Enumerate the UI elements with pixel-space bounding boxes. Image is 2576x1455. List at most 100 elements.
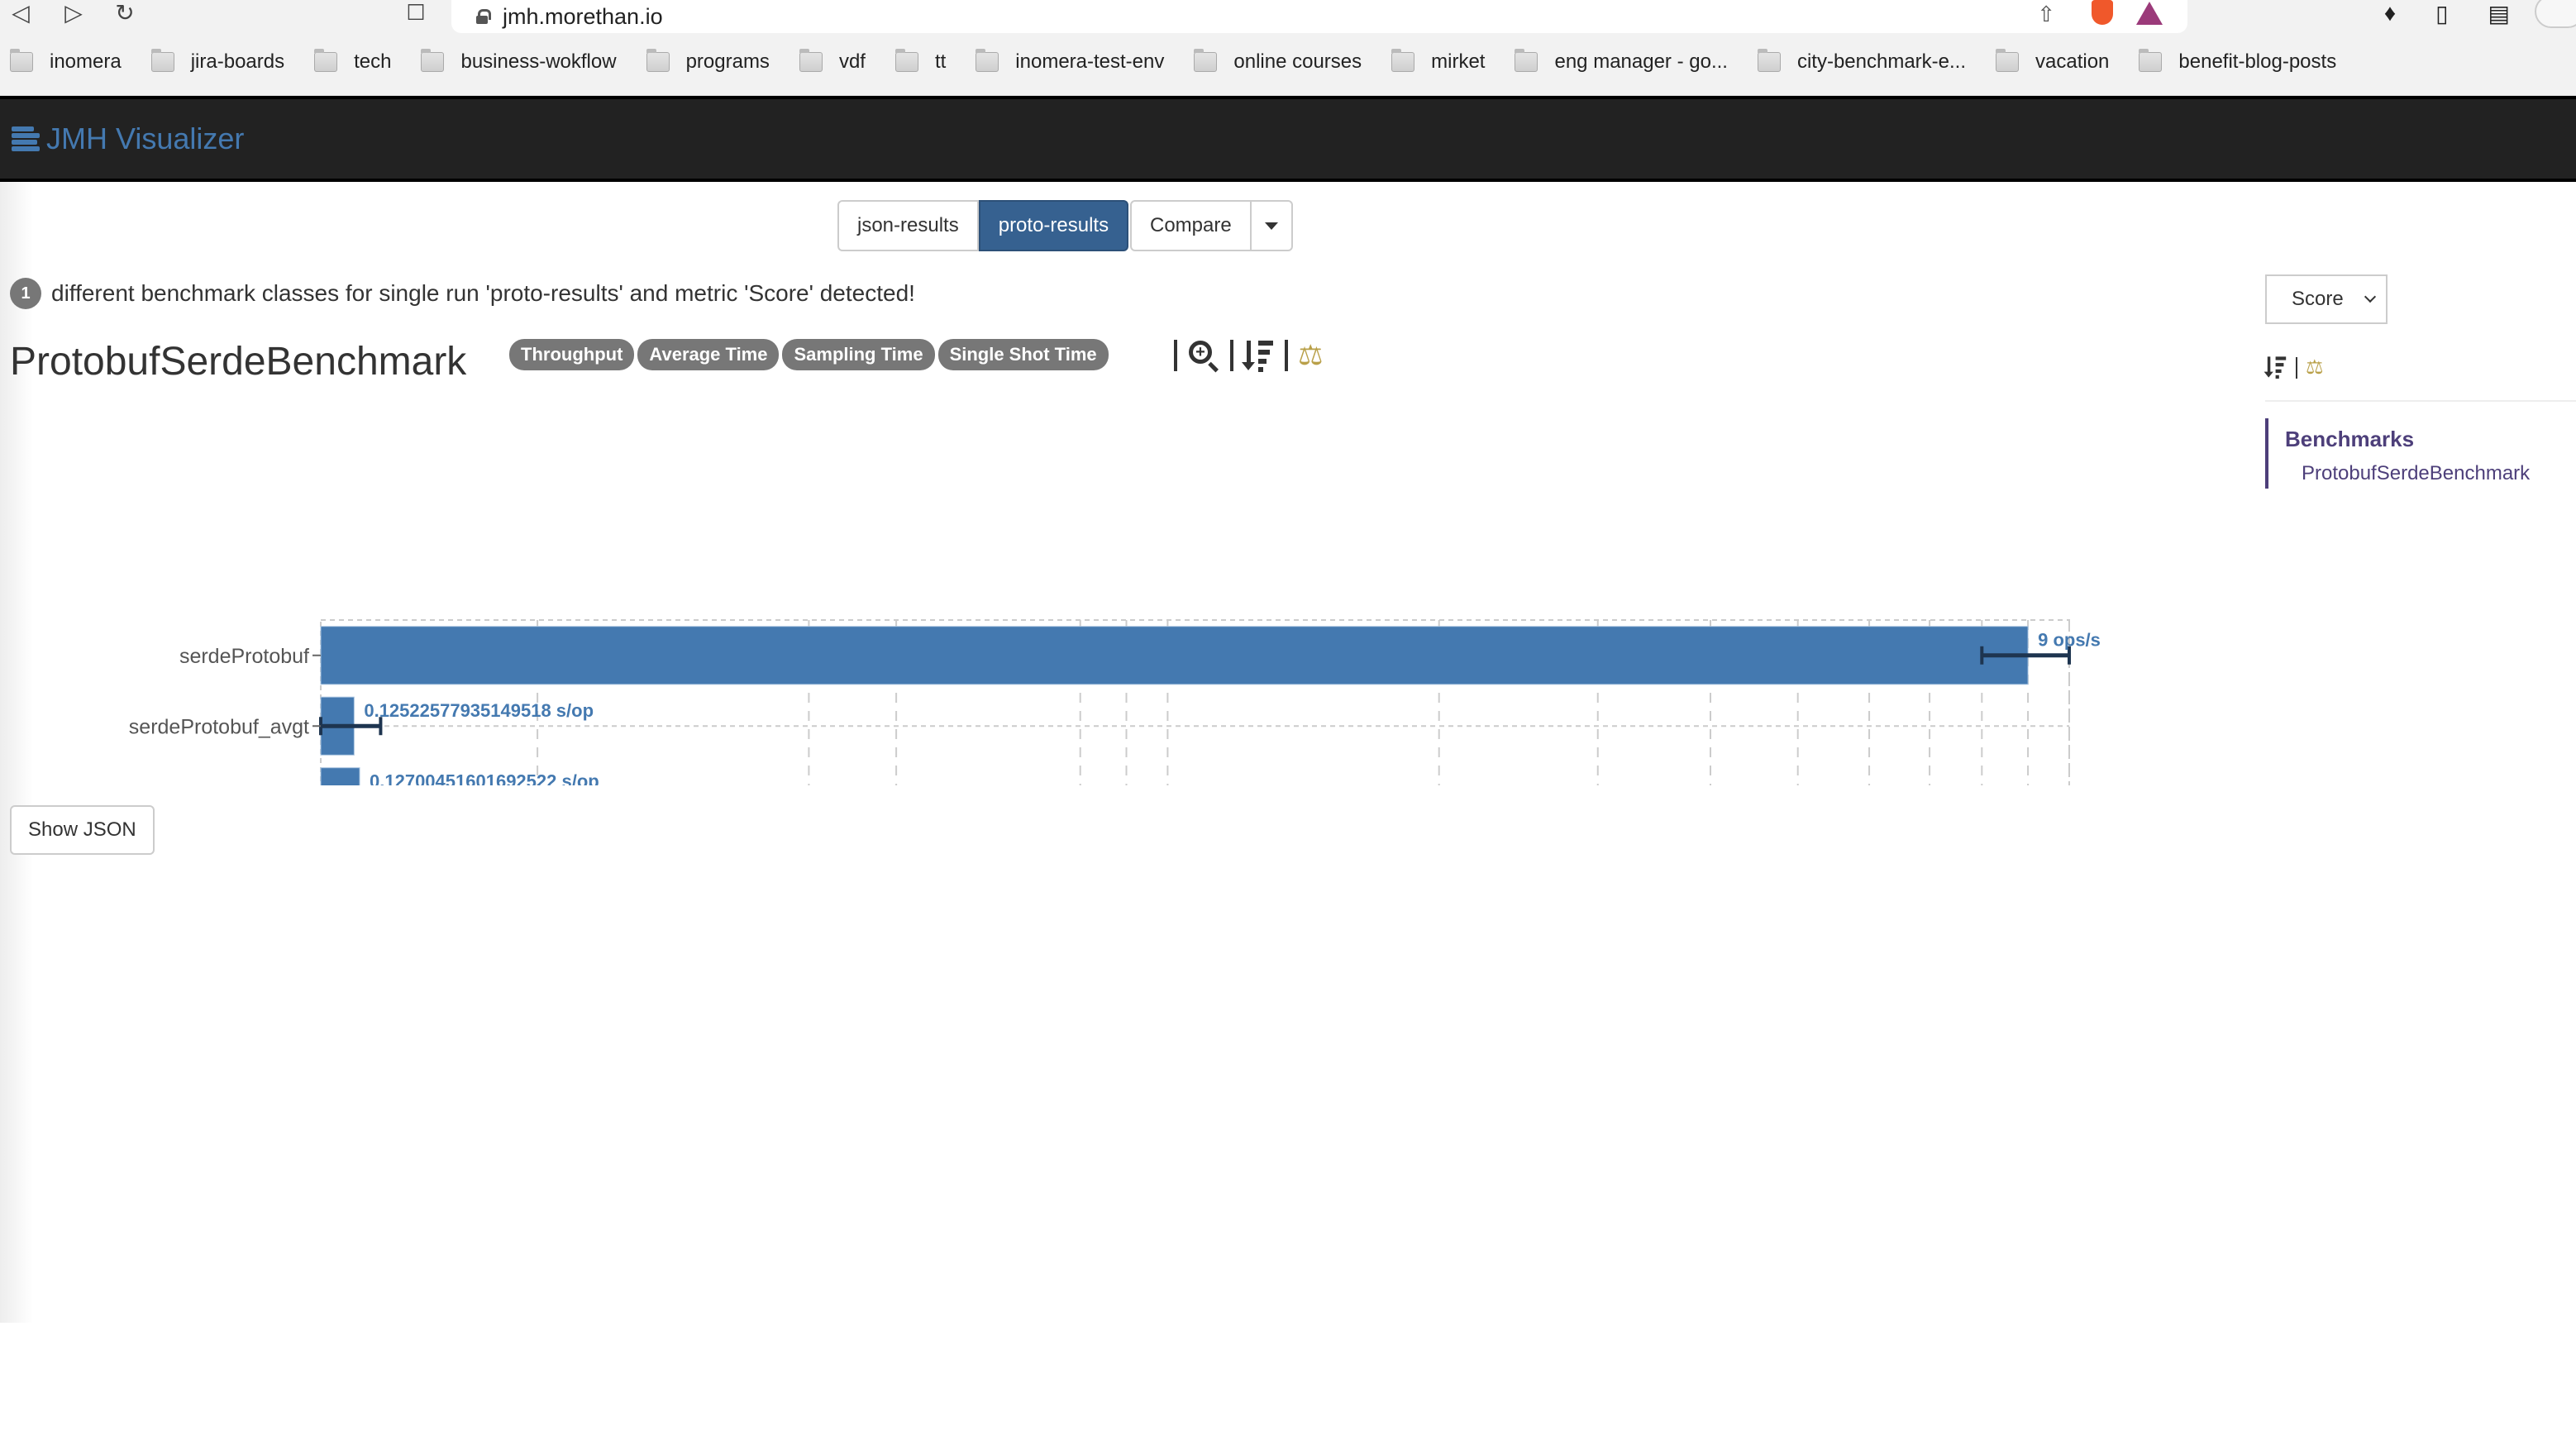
benchmarks-nav: Benchmarks ProtobufSerdeBenchmark [2265, 418, 2576, 489]
y-tick-label: serdeProtobuf_avgt [129, 715, 309, 738]
profile-button[interactable] [2535, 0, 2576, 28]
bookmark-label: jira-boards [190, 50, 285, 73]
divider [1285, 340, 1288, 371]
benchmarks-nav-heading: Benchmarks [2285, 427, 2415, 451]
divider [1174, 340, 1177, 371]
divider [1230, 340, 1233, 371]
mode-pill-average-time[interactable]: Average Time [637, 339, 780, 370]
forward-icon[interactable]: ▷ [61, 0, 86, 26]
y-tick-label: serdeProtobuf [179, 645, 309, 668]
lock-icon [476, 9, 491, 24]
wallet-icon[interactable]: ▤ [2488, 0, 2510, 27]
bar[interactable] [320, 626, 2029, 685]
bookmark-label: mirket [1431, 50, 1486, 73]
folder-icon [10, 48, 33, 72]
zoom-in-icon[interactable]: + [1187, 339, 1220, 373]
folder-icon [1515, 48, 1538, 72]
bookmark-label: inomera-test-env [1015, 50, 1165, 73]
bookmark-item[interactable]: tech [314, 48, 392, 74]
extensions-icon[interactable]: ♦ [2384, 0, 2396, 27]
compare-dropdown-toggle[interactable] [1251, 200, 1293, 251]
back-icon[interactable]: ◁ [8, 0, 33, 26]
bookmark-item[interactable]: online courses [1194, 48, 1362, 74]
bookmark-label: business-wokflow [460, 50, 617, 73]
bookmarks-bar: inomera jira-boards tech business-wokflow pr… [0, 28, 2576, 96]
folder-icon [799, 48, 823, 72]
bookmark-item[interactable]: city-benchmark-e... [1757, 48, 1967, 74]
folder-icon [894, 48, 918, 72]
run-button-proto-results[interactable]: proto-results [978, 200, 1129, 251]
folder-icon [646, 48, 670, 72]
bookmark-item[interactable]: inomera [10, 48, 122, 74]
bookmark-item[interactable]: inomera-test-env [976, 48, 1165, 74]
compare-button[interactable]: Compare [1130, 200, 1252, 251]
folder-icon [150, 48, 174, 72]
app-title[interactable]: JMH Visualizer [46, 122, 244, 156]
mode-pill-single-shot-time[interactable]: Single Shot Time [937, 339, 1109, 370]
compare-group: Compare [1130, 200, 1293, 251]
bookmark-label: tt [934, 50, 947, 73]
bookmark-item[interactable]: benefit-blog-posts [2139, 48, 2337, 74]
bookmark-item[interactable]: eng manager - go... [1515, 48, 1728, 74]
bookmark-label: eng manager - go... [1554, 50, 1728, 73]
main-content: json-results proto-results Compare 1 dif… [0, 182, 2576, 1356]
divider [2296, 357, 2297, 379]
bookmark-item[interactable]: mirket [1391, 48, 1486, 74]
detection-notice: 1 different benchmark classes for single… [10, 278, 915, 309]
bookmark-label: city-benchmark-e... [1796, 50, 1967, 73]
data-label: 9 ops/s [2038, 630, 2101, 651]
folder-icon [1757, 48, 1781, 72]
folder-icon [1391, 48, 1415, 72]
bookmark-label: online courses [1233, 50, 1362, 73]
metric-select-value: Score [2292, 288, 2344, 310]
sidebar-icons: ⚖ [2264, 355, 2576, 380]
mode-pills: Throughput Average Time Sampling Time Si… [509, 339, 1109, 370]
sort-descending-icon[interactable] [1242, 339, 1275, 372]
chart-toolbar: + ⚖ [1174, 339, 1323, 373]
chevron-down-icon [2364, 290, 2377, 303]
bookmark-label: inomera [50, 50, 122, 73]
show-json-button[interactable]: Show JSON [10, 805, 155, 855]
bookmark-item[interactable]: tt [894, 48, 947, 74]
brave-shield-icon[interactable] [2092, 0, 2113, 25]
bookmark-label: programs [685, 50, 770, 73]
bookmark-item[interactable]: jira-boards [150, 48, 285, 74]
bookmark-item[interactable]: vdf [799, 48, 866, 74]
balance-scale-icon[interactable]: ⚖ [2306, 358, 2324, 378]
bat-rewards-icon[interactable] [2136, 2, 2163, 25]
metric-select[interactable]: Score [2265, 274, 2388, 324]
sidebar: Score ⚖ Benchmarks ProtobufSerdeBenchmar… [2264, 274, 2576, 489]
bar[interactable] [320, 767, 360, 827]
bookmark-item[interactable]: business-wokflow [421, 48, 617, 74]
caret-down-icon [1264, 222, 1278, 230]
bookmark-label: vacation [2035, 50, 2110, 73]
folder-icon [1194, 48, 1218, 72]
reload-icon[interactable]: ↻ [112, 0, 137, 26]
bookmark-label: tech [354, 50, 392, 73]
mode-pill-throughput[interactable]: Throughput [509, 339, 635, 370]
bars-logo-icon [12, 126, 40, 151]
benchmark-chart: serdeProtobuf 9 ops/s serdeProtobuf_avgt 0.… [0, 405, 2149, 981]
folder-icon [2139, 48, 2163, 72]
run-button-json-results[interactable]: json-results [837, 200, 979, 251]
chart-svg: serdeProtobuf 9 ops/s serdeProtobuf_avgt 0.… [101, 619, 2101, 981]
bookmark-label: benefit-blog-posts [2178, 50, 2337, 73]
run-selector: json-results proto-results [837, 200, 1129, 251]
sort-descending-icon[interactable] [2264, 355, 2287, 379]
mode-pill-sampling-time[interactable]: Sampling Time [782, 339, 935, 370]
bookmark-item[interactable]: programs [646, 48, 770, 74]
data-label: 0.12700451601692522 s/op [370, 771, 599, 785]
balance-scale-icon[interactable]: ⚖ [1298, 341, 1323, 370]
bookmark-item[interactable]: vacation [1996, 48, 2110, 74]
bookmark-label: vdf [838, 50, 866, 73]
notice-text: different benchmark classes for single r… [51, 280, 915, 306]
folder-icon [976, 48, 999, 72]
benchmarks-nav-item[interactable]: ProtobufSerdeBenchmark [2285, 462, 2576, 485]
folder-icon [1996, 48, 2020, 72]
bookmark-icon[interactable]: ☐ [403, 0, 428, 25]
share-icon[interactable]: ⇧ [2037, 2, 2055, 27]
sidebar-icon[interactable]: ▯ [2435, 0, 2448, 27]
address-bar[interactable]: jmh.morethan.io ⇧ [451, 0, 2187, 33]
folder-icon [314, 48, 338, 72]
url-text[interactable]: jmh.morethan.io [503, 4, 663, 30]
